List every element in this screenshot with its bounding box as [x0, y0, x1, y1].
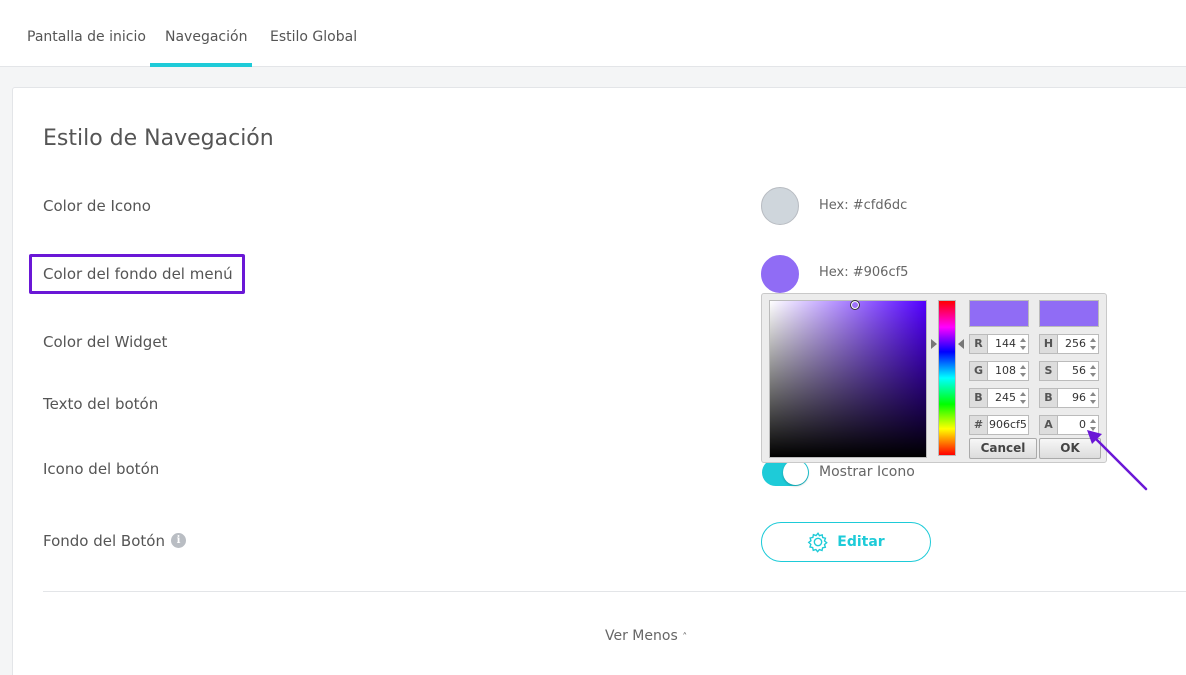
annotation-arrow-icon	[1087, 430, 1148, 491]
brightness-field-label: B	[1040, 389, 1058, 407]
saturation-field[interactable]: S 56	[1039, 361, 1099, 381]
menu-bg-color-hex: Hex: #906cf5	[819, 265, 909, 280]
button-icon-label: Icono del botón	[43, 460, 160, 478]
saturation-field-label: S	[1040, 362, 1058, 380]
chevron-up-icon: ˄	[682, 632, 688, 643]
button-bg-label: Fondo del Botón	[43, 532, 165, 550]
hue-field-label: H	[1040, 335, 1058, 353]
red-field[interactable]: R 144	[969, 334, 1029, 354]
brightness-field-value[interactable]: 96	[1059, 389, 1088, 407]
tab-pantalla-de-inicio[interactable]: Pantalla de inicio	[27, 0, 146, 67]
tab-estilo-global[interactable]: Estilo Global	[270, 0, 357, 67]
tab-navegacion[interactable]: Navegación	[165, 0, 247, 67]
saturation-value-handle[interactable]	[850, 300, 860, 310]
current-color-preview[interactable]	[1039, 300, 1099, 327]
icon-color-label: Color de Icono	[43, 197, 151, 215]
ver-menos-label: Ver Menos	[605, 628, 678, 644]
icon-color-swatch[interactable]	[761, 187, 799, 225]
color-picker: R 144 G 108 B 245 # 906cf5 H 256 S 56 B …	[761, 293, 1107, 463]
brightness-spinner-icon[interactable]	[1090, 392, 1097, 404]
alpha-field-label: A	[1040, 416, 1058, 434]
green-spinner-icon[interactable]	[1020, 365, 1027, 377]
green-field[interactable]: G 108	[969, 361, 1029, 381]
ver-menos-link[interactable]: Ver Menos ˄	[605, 628, 687, 644]
red-field-value[interactable]: 144	[989, 335, 1018, 353]
show-icon-toggle[interactable]	[762, 459, 809, 486]
hue-field-value[interactable]: 256	[1059, 335, 1088, 353]
hex-field[interactable]: # 906cf5	[969, 415, 1029, 435]
blue-field-value[interactable]: 245	[989, 389, 1018, 407]
divider	[43, 591, 1186, 592]
brightness-field[interactable]: B 96	[1039, 388, 1099, 408]
section-title: Estilo de Navegación	[43, 126, 274, 151]
saturation-field-value[interactable]: 56	[1059, 362, 1088, 380]
blue-spinner-icon[interactable]	[1020, 392, 1027, 404]
green-field-label: G	[970, 362, 988, 380]
green-field-value[interactable]: 108	[989, 362, 1018, 380]
blue-field[interactable]: B 245	[969, 388, 1029, 408]
red-spinner-icon[interactable]	[1020, 338, 1027, 350]
hue-arrow-right-icon[interactable]	[958, 339, 964, 349]
blue-field-label: B	[970, 389, 988, 407]
toggle-knob	[783, 460, 808, 485]
tab-bar: Pantalla de inicio Navegación Estilo Glo…	[0, 0, 1186, 67]
hue-spinner-icon[interactable]	[1090, 338, 1097, 350]
edit-button-label: Editar	[837, 534, 885, 550]
cancel-button[interactable]: Cancel	[969, 438, 1037, 459]
menu-bg-color-label: Color del fondo del menú	[43, 265, 233, 283]
button-text-label: Texto del botón	[43, 395, 159, 413]
hue-field[interactable]: H 256	[1039, 334, 1099, 354]
icon-color-hex: Hex: #cfd6dc	[819, 198, 908, 213]
hue-arrow-left-icon[interactable]	[931, 339, 937, 349]
hex-field-label: #	[970, 416, 988, 434]
hex-field-value[interactable]: 906cf5	[989, 416, 1027, 434]
menu-bg-color-swatch[interactable]	[761, 255, 799, 293]
widget-color-label: Color del Widget	[43, 333, 168, 351]
active-tab-indicator	[150, 63, 252, 67]
gear-icon	[807, 532, 829, 553]
new-color-preview	[969, 300, 1029, 327]
hue-slider[interactable]	[938, 300, 956, 456]
saturation-value-field[interactable]	[769, 300, 927, 458]
red-field-label: R	[970, 335, 988, 353]
edit-button[interactable]: Editar	[761, 522, 931, 562]
saturation-spinner-icon[interactable]	[1090, 365, 1097, 377]
info-icon[interactable]: i	[171, 533, 186, 548]
show-icon-label: Mostrar Icono	[819, 464, 915, 480]
